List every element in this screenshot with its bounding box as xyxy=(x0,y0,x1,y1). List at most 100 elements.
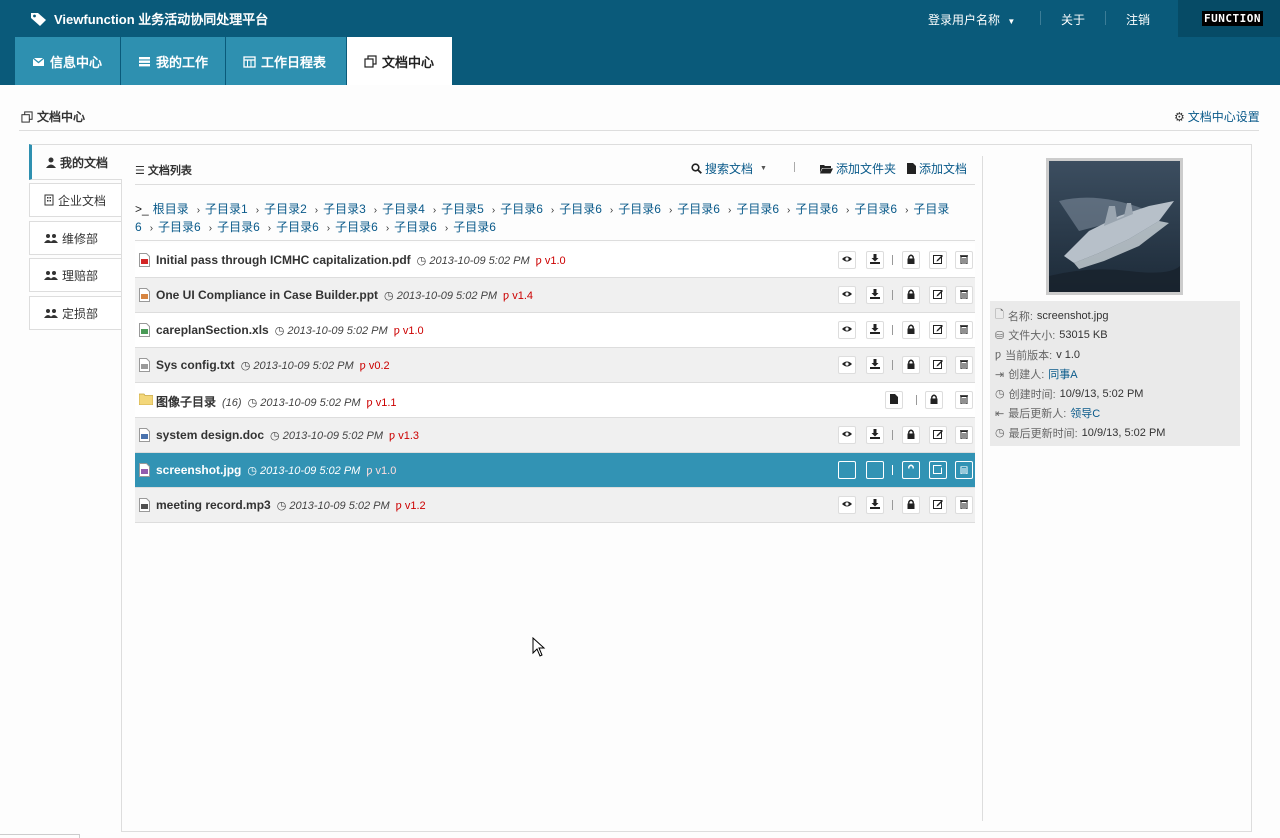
edit-button[interactable] xyxy=(929,461,947,479)
download-button[interactable] xyxy=(866,251,884,269)
file-row[interactable]: One UI Compliance in Case Builder.ppt ◷ 2… xyxy=(135,278,975,313)
about-link[interactable]: 关于 xyxy=(1061,11,1085,28)
file-row[interactable]: screenshot.jpg ◷ 2013-10-09 5:02 PM ƿ v1.0 xyxy=(135,453,975,488)
sidenav-loss-assessment-dept[interactable]: 定损部 xyxy=(29,296,122,330)
delete-button[interactable] xyxy=(955,496,973,514)
file-row[interactable]: 图像子目录 (16) ◷ 2013-10-09 5:02 PM ƿ v1.1 xyxy=(135,383,975,418)
creator-link[interactable]: 同事A xyxy=(1048,366,1077,382)
edit-button[interactable] xyxy=(929,356,947,374)
tab-document-center[interactable]: 文档中心 xyxy=(347,37,452,85)
tab-my-work[interactable]: 我的工作 xyxy=(121,37,225,85)
breadcrumb-item[interactable]: 子目录6 xyxy=(335,220,378,234)
view-button[interactable] xyxy=(838,461,856,479)
view-button[interactable] xyxy=(838,426,856,444)
edit-button[interactable] xyxy=(929,426,947,444)
view-button[interactable] xyxy=(838,496,856,514)
delete-button[interactable] xyxy=(955,251,973,269)
breadcrumb-item[interactable]: 子目录6 xyxy=(677,202,720,216)
file-name-text[interactable]: 图像子目录 xyxy=(156,395,216,409)
file-row[interactable]: careplanSection.xls ◷ 2013-10-09 5:02 PM ƿ… xyxy=(135,313,975,348)
file-version: ƿ v1.0 xyxy=(536,255,566,267)
breadcrumb-item[interactable]: 子目录6 xyxy=(559,202,602,216)
lock-button[interactable] xyxy=(902,356,920,374)
lock-button[interactable] xyxy=(902,321,920,339)
sidenav-enterprise-documents[interactable]: 企业文档 xyxy=(29,183,122,217)
breadcrumb-item[interactable]: 子目录6 xyxy=(158,220,201,234)
download-button[interactable] xyxy=(866,356,884,374)
download-button[interactable] xyxy=(866,321,884,339)
delete-button[interactable] xyxy=(955,426,973,444)
breadcrumb-item[interactable]: 子目录6 xyxy=(618,202,661,216)
lock-button[interactable] xyxy=(902,496,920,514)
updater-link[interactable]: 领导C xyxy=(1070,405,1100,421)
file-row[interactable]: Sys config.txt ◷ 2013-10-09 5:02 PM ƿ v0.2 xyxy=(135,348,975,383)
sidenav-my-documents[interactable]: 我的文档 xyxy=(29,144,122,180)
clock-icon: ◷ xyxy=(276,500,287,512)
breadcrumb-item[interactable]: 子目录6 xyxy=(795,202,838,216)
breadcrumb-item[interactable]: 子目录6 xyxy=(217,220,260,234)
breadcrumb-item[interactable]: 子目录6 xyxy=(854,202,897,216)
document-center-settings-link[interactable]: ⚙ 文档中心设置 xyxy=(1174,108,1260,125)
breadcrumb-item[interactable]: 根目录 xyxy=(153,202,189,216)
view-button[interactable] xyxy=(838,286,856,304)
delete-button[interactable] xyxy=(955,391,973,409)
view-button[interactable] xyxy=(838,321,856,339)
file-row[interactable]: system design.doc ◷ 2013-10-09 5:02 PM ƿ v… xyxy=(135,418,975,453)
view-button[interactable] xyxy=(838,356,856,374)
breadcrumb-item[interactable]: 子目录6 xyxy=(736,202,779,216)
download-button[interactable] xyxy=(866,286,884,304)
file-name-text[interactable]: system design.doc xyxy=(156,428,264,442)
tab-info-center[interactable]: 信息中心 xyxy=(15,37,120,85)
edit-button[interactable] xyxy=(929,286,947,304)
breadcrumb-item[interactable]: 子目录3 xyxy=(323,202,366,216)
file-name-text[interactable]: careplanSection.xls xyxy=(156,323,269,337)
file-row[interactable]: meeting record.mp3 ◷ 2013-10-09 5:02 PM ƿ … xyxy=(135,488,975,523)
breadcrumb-item[interactable]: 子目录6 xyxy=(453,220,496,234)
tab-schedule[interactable]: 工作日程表 xyxy=(226,37,346,85)
download-button[interactable] xyxy=(866,426,884,444)
breadcrumb-item[interactable]: 子目录1 xyxy=(205,202,248,216)
breadcrumb-item[interactable]: 子目录6 xyxy=(394,220,437,234)
delete-button[interactable] xyxy=(955,321,973,339)
delete-button[interactable] xyxy=(955,356,973,374)
file-name-text[interactable]: One UI Compliance in Case Builder.ppt xyxy=(156,288,378,302)
lock-button[interactable] xyxy=(902,461,920,479)
user-menu[interactable]: 登录用户名称 ▼ xyxy=(928,11,1015,28)
lock-button[interactable] xyxy=(902,286,920,304)
sidenav-maintenance-dept[interactable]: 维修部 xyxy=(29,221,122,255)
file-name-text[interactable]: screenshot.jpg xyxy=(156,463,241,477)
new-file-button[interactable] xyxy=(885,391,903,409)
logout-link[interactable]: 注销 xyxy=(1126,11,1150,28)
breadcrumb-item[interactable]: 子目录5 xyxy=(441,202,484,216)
file-name-text[interactable]: Sys config.txt xyxy=(156,358,235,372)
delete-button[interactable] xyxy=(955,286,973,304)
breadcrumb-item[interactable]: 子目录4 xyxy=(382,202,425,216)
lock-button[interactable] xyxy=(902,251,920,269)
folder-icon xyxy=(138,393,154,407)
app-title: Viewfunction 业务活动协同处理平台 xyxy=(54,12,269,27)
add-document-button[interactable]: 添加文档 xyxy=(907,160,967,177)
file-row[interactable]: Initial pass through ICMHC capitalizatio… xyxy=(135,243,975,278)
version-icon: ƿ xyxy=(389,430,396,442)
brand[interactable]: Viewfunction 业务活动协同处理平台 xyxy=(30,9,268,28)
breadcrumb-item[interactable]: 子目录6 xyxy=(500,202,543,216)
file-name-text[interactable]: meeting record.mp3 xyxy=(156,498,271,512)
sidenav-claims-dept[interactable]: 理赔部 xyxy=(29,258,122,292)
edit-button[interactable] xyxy=(929,321,947,339)
view-button[interactable] xyxy=(838,251,856,269)
edit-button[interactable] xyxy=(929,496,947,514)
file-list: Initial pass through ICMHC capitalizatio… xyxy=(135,243,975,523)
breadcrumb-item[interactable]: 子目录2 xyxy=(264,202,307,216)
preview-image[interactable] xyxy=(1046,158,1183,295)
file-name-text[interactable]: Initial pass through ICMHC capitalizatio… xyxy=(156,253,411,267)
download-button[interactable] xyxy=(866,461,884,479)
breadcrumb-item[interactable]: 子目录6 xyxy=(276,220,319,234)
search-label: 搜索文档 xyxy=(705,162,754,176)
edit-button[interactable] xyxy=(929,251,947,269)
search-documents-button[interactable]: 搜索文档 ▼ xyxy=(691,160,767,177)
add-folder-button[interactable]: 添加文件夹 xyxy=(820,160,896,177)
lock-button[interactable] xyxy=(902,426,920,444)
delete-button[interactable] xyxy=(955,461,973,479)
lock-button[interactable] xyxy=(925,391,943,409)
download-button[interactable] xyxy=(866,496,884,514)
